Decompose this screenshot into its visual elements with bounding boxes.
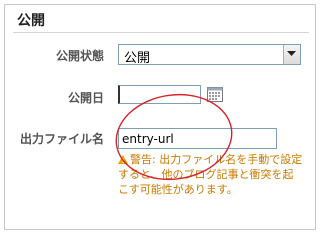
date-input[interactable]: [118, 85, 201, 104]
panel-title: 公開: [17, 13, 45, 29]
filename-input[interactable]: [118, 128, 277, 149]
status-select[interactable]: 公開: [118, 44, 301, 66]
filename-label: 出力ファイル名: [19, 132, 104, 146]
status-selected-value: 公開: [124, 51, 151, 66]
calendar-icon[interactable]: [207, 86, 223, 102]
warning-triangle-icon: [118, 155, 128, 164]
warning-text: 警告: 出力ファイル名を手動で設定すると、他のブログ記事と衝突を起こす可能性があ…: [118, 153, 303, 196]
chevron-down-icon[interactable]: [283, 45, 300, 64]
status-label: 公開状態: [55, 49, 104, 63]
date-label: 公開日: [67, 91, 104, 105]
filename-warning: 警告: 出力ファイル名を手動で設定すると、他のブログ記事と衝突を起こす可能性があ…: [118, 152, 304, 197]
title-divider: [13, 32, 309, 33]
